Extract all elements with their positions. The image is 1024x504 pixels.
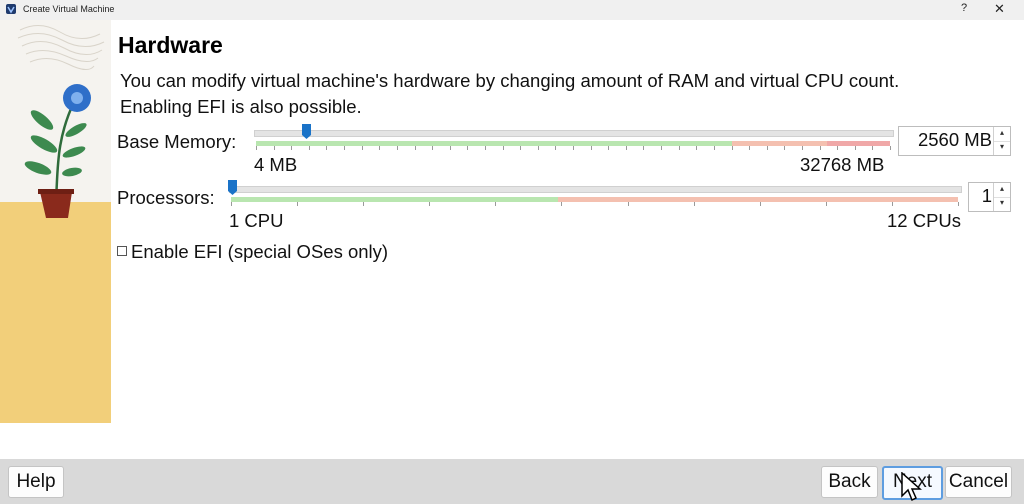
slider-tick <box>837 146 838 150</box>
slider-tick <box>555 146 556 150</box>
memory-increment-button[interactable]: ▴ <box>994 127 1010 142</box>
slider-tick <box>802 146 803 150</box>
slider-zone-orange <box>731 141 827 146</box>
slider-tick <box>626 146 627 150</box>
slider-tick <box>379 146 380 150</box>
base-memory-label: Base Memory: <box>117 131 237 152</box>
slider-tick <box>694 202 695 206</box>
slider-tick <box>890 146 891 150</box>
slider-tick <box>643 146 644 150</box>
slider-tick <box>608 146 609 150</box>
memory-min-label: 4 MB <box>254 154 298 175</box>
button-bar: Help Back Next Cancel <box>0 459 1024 504</box>
memory-value[interactable]: 2560 MB <box>918 129 992 151</box>
efi-checkbox-label[interactable]: Enable EFI (special OSes only) <box>131 241 388 263</box>
slider-tick <box>561 202 562 206</box>
slider-tick <box>696 146 697 150</box>
memory-decrement-button[interactable]: ▾ <box>994 141 1010 155</box>
slider-tick <box>291 146 292 150</box>
slider-tick <box>760 202 761 206</box>
processors-spinbox[interactable]: 1 ▴ ▾ <box>968 182 1011 212</box>
slider-tick <box>429 202 430 206</box>
slider-tick <box>274 146 275 150</box>
slider-tick <box>362 146 363 150</box>
help-title-button[interactable]: ? <box>961 2 967 14</box>
memory-spin-arrows: ▴ ▾ <box>993 127 1010 155</box>
slider-tick <box>467 146 468 150</box>
processors-label: Processors: <box>117 187 215 208</box>
wizard-illustration <box>0 20 111 423</box>
slider-tick <box>749 146 750 150</box>
slider-tick <box>520 146 521 150</box>
slider-tick <box>495 202 496 206</box>
slider-tick <box>397 146 398 150</box>
virtualbox-icon <box>6 4 16 14</box>
title-bar: Create Virtual Machine ? ✕ <box>0 0 1024 20</box>
slider-tick <box>538 146 539 150</box>
page-description: You can modify virtual machine's hardwar… <box>120 70 900 117</box>
processors-spin-arrows: ▴ ▾ <box>993 183 1010 211</box>
processors-min-label: 1 CPU <box>229 210 284 231</box>
slider-tick <box>872 146 873 150</box>
slider-tick <box>661 146 662 150</box>
slider-tick <box>855 146 856 150</box>
slider-tick <box>573 146 574 150</box>
slider-tick <box>892 202 893 206</box>
processors-slider-track[interactable] <box>229 186 962 193</box>
slider-tick <box>432 146 433 150</box>
slider-zone-green <box>231 197 559 202</box>
memory-spinbox[interactable]: 2560 MB ▴ ▾ <box>898 126 1011 156</box>
slider-tick <box>767 146 768 150</box>
slider-tick <box>231 202 232 206</box>
slider-tick <box>415 146 416 150</box>
slider-tick <box>784 146 785 150</box>
processors-increment-button[interactable]: ▴ <box>994 183 1010 198</box>
plant-illustration <box>17 25 105 218</box>
window-title: Create Virtual Machine <box>23 4 115 14</box>
efi-checkbox[interactable] <box>117 246 127 256</box>
slider-tick <box>297 202 298 206</box>
slider-tick <box>628 202 629 206</box>
slider-tick <box>820 146 821 150</box>
processors-max-label: 12 CPUs <box>887 210 962 231</box>
slider-tick <box>363 202 364 206</box>
slider-tick <box>679 146 680 150</box>
slider-tick <box>256 146 257 150</box>
slider-tick <box>714 146 715 150</box>
slider-tick <box>344 146 345 150</box>
slider-tick <box>309 146 310 150</box>
slider-tick <box>326 146 327 150</box>
memory-max-label: 32768 MB <box>800 154 885 175</box>
cancel-button[interactable]: Cancel <box>945 466 1012 498</box>
slider-tick <box>826 202 827 206</box>
processors-slider-thumb[interactable] <box>228 180 237 195</box>
mouse-cursor-icon <box>901 472 922 502</box>
processors-decrement-button[interactable]: ▾ <box>994 197 1010 211</box>
processors-value[interactable]: 1 <box>982 185 992 207</box>
slider-tick <box>958 202 959 206</box>
slider-tick <box>591 146 592 150</box>
close-button[interactable]: ✕ <box>994 1 1005 17</box>
memory-slider-track[interactable] <box>254 130 894 137</box>
slider-tick <box>732 146 733 150</box>
slider-tick <box>485 146 486 150</box>
memory-slider-thumb[interactable] <box>302 124 311 139</box>
slider-tick <box>450 146 451 150</box>
help-button[interactable]: Help <box>8 466 64 498</box>
page-title: Hardware <box>118 32 223 58</box>
slider-tick <box>503 146 504 150</box>
back-button[interactable]: Back <box>821 466 878 498</box>
slider-zone-orange <box>558 197 958 202</box>
